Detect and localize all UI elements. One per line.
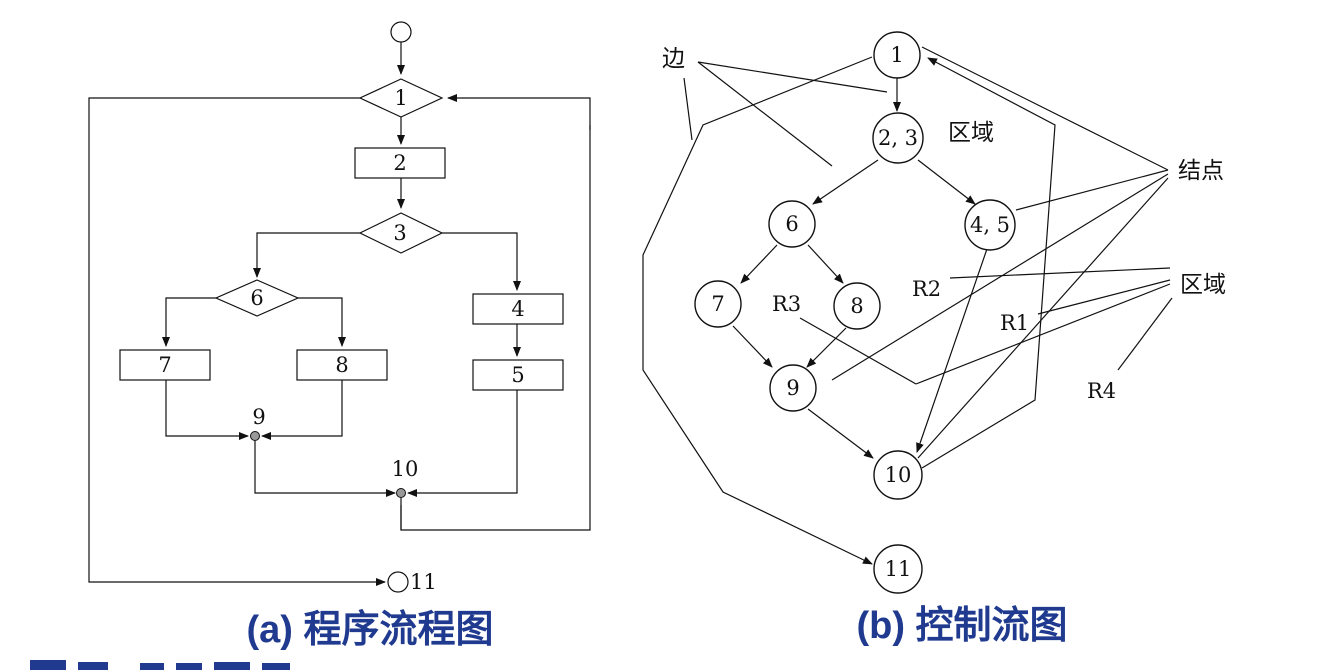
diagram-canvas: 1 2 3 6 7 8 4 5 9 10 11 (a) 程序流程图 1 2, 3… [30, 21, 1226, 670]
cfg-node-7: 7 [694, 280, 742, 328]
cfg-node-6: 6 [768, 200, 816, 248]
cfg-annotation-region-top: 区域 [948, 120, 994, 146]
flowchart-label-8: 8 [335, 353, 348, 377]
cfg-node-10: 10 [873, 450, 923, 500]
svg-text:10: 10 [885, 463, 912, 487]
flowchart-label-3: 3 [393, 221, 406, 245]
svg-text:7: 7 [711, 292, 724, 316]
cfg-node-4-5: 4, 5 [964, 199, 1016, 251]
cfg-caption: (b) 控制流图 [856, 605, 1067, 647]
flowchart-label-6: 6 [250, 286, 263, 310]
cfg-node-9: 9 [769, 364, 817, 412]
flowchart-junction-10 [396, 488, 406, 498]
flowchart-label-9: 9 [252, 405, 265, 429]
cfg-node-1: 1 [873, 31, 921, 79]
svg-text:9: 9 [786, 376, 799, 400]
cfg-annotation-region: 区域 [1180, 272, 1226, 298]
svg-text:4, 5: 4, 5 [970, 213, 1010, 237]
cropped-text-fragment [30, 660, 290, 670]
cfg-region-r2: R2 [912, 277, 941, 301]
svg-text:2, 3: 2, 3 [878, 126, 918, 150]
flowchart-label-4: 4 [511, 297, 524, 321]
flowchart-label-11: 11 [410, 570, 437, 594]
cfg-region-r4: R4 [1087, 379, 1116, 403]
svg-text:1: 1 [890, 43, 903, 67]
cfg-annotation-edge: 边 [662, 46, 685, 72]
svg-text:6: 6 [785, 212, 798, 236]
flowchart-label-1: 1 [394, 86, 407, 110]
flowchart-label-10: 10 [392, 457, 419, 481]
flowchart-label-5: 5 [511, 363, 524, 387]
flowchart-junction-9 [250, 431, 260, 441]
cfg-node-8: 8 [833, 282, 881, 330]
cfg-node-2-3: 2, 3 [872, 112, 924, 164]
svg-text:8: 8 [850, 294, 863, 318]
cfg-node-11: 11 [873, 544, 923, 594]
control-flow-graph: 1 2, 3 6 4, 5 7 8 9 10 11 边 区域 结点 区域 R2 … [642, 31, 1226, 647]
cfg-region-r1: R1 [1000, 311, 1029, 335]
program-flowchart: 1 2 3 6 7 8 4 5 9 10 11 (a) 程序流程图 [88, 21, 591, 651]
cfg-region-r3: R3 [772, 292, 801, 316]
flowchart-caption: (a) 程序流程图 [246, 609, 493, 651]
flowchart-label-2: 2 [393, 151, 406, 175]
flowchart-label-7: 7 [158, 353, 171, 377]
flowchart-end [387, 571, 409, 593]
svg-text:11: 11 [885, 557, 912, 581]
flowchart-start [390, 21, 412, 43]
cfg-annotation-node: 结点 [1178, 158, 1224, 184]
